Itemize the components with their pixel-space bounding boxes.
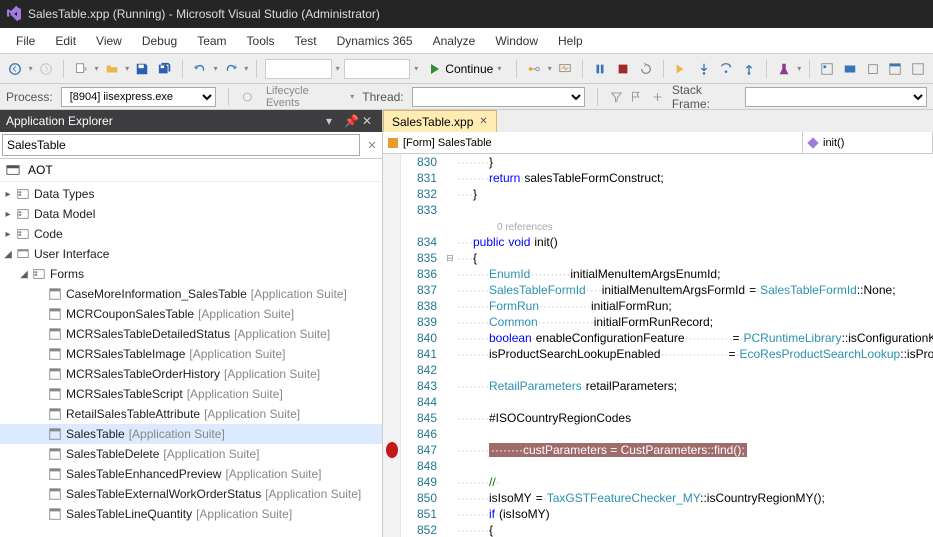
step-into-button[interactable] xyxy=(694,58,713,80)
tree-data-model[interactable]: ▸Data Model xyxy=(0,204,382,224)
tree-user-interface[interactable]: ◢User Interface xyxy=(0,244,382,264)
tree-forms[interactable]: ◢Forms xyxy=(0,264,382,284)
undo-button[interactable] xyxy=(191,58,210,80)
window-title: SalesTable.xpp (Running) - Microsoft Vis… xyxy=(28,7,380,21)
menu-analyze[interactable]: Analyze xyxy=(423,30,486,52)
code-editor[interactable]: 8308318328338348358368378388398408418428… xyxy=(383,154,933,537)
menu-help[interactable]: Help xyxy=(548,30,593,52)
breakpoint-gutter[interactable] xyxy=(383,154,401,537)
menu-file[interactable]: File xyxy=(6,30,45,52)
form-button[interactable] xyxy=(886,58,905,80)
team-button[interactable] xyxy=(863,58,882,80)
tree-form-mcrsalestableorderhistory[interactable]: MCRSalesTableOrderHistory[Application Su… xyxy=(0,364,382,384)
tree-form-salestabledelete[interactable]: SalesTableDelete[Application Suite] xyxy=(0,444,382,464)
tree-form-mcrsalestableimage[interactable]: MCRSalesTableImage[Application Suite] xyxy=(0,344,382,364)
document-tab[interactable]: SalesTable.xpp ✕ xyxy=(383,110,497,132)
thread-label: Thread: xyxy=(362,90,403,104)
explorer-tree: ▸Data Types▸Data Model▸Code◢User Interfa… xyxy=(0,182,382,537)
dyn-button[interactable] xyxy=(841,58,860,80)
menu-window[interactable]: Window xyxy=(485,30,548,52)
tree-data-types[interactable]: ▸Data Types xyxy=(0,184,382,204)
menu-test[interactable]: Test xyxy=(285,30,327,52)
panel-header: Application Explorer ▾ 📌 ✕ xyxy=(0,110,382,132)
next-statement-button[interactable] xyxy=(672,58,691,80)
aot-label: AOT xyxy=(28,163,53,177)
menu-edit[interactable]: Edit xyxy=(45,30,86,52)
new-button[interactable] xyxy=(72,58,91,80)
flag-icon[interactable] xyxy=(630,90,643,104)
menu-tools[interactable]: Tools xyxy=(237,30,285,52)
aot-root[interactable]: AOT xyxy=(0,159,382,182)
app-explorer-button[interactable] xyxy=(818,58,837,80)
lifecycle-icon xyxy=(241,90,254,104)
tree-code[interactable]: ▸Code xyxy=(0,224,382,244)
process-label: Process: xyxy=(6,90,53,104)
form-icon xyxy=(387,137,399,149)
step-out-button[interactable] xyxy=(739,58,758,80)
save-all-button[interactable] xyxy=(156,58,175,80)
tree-form-mcrsalestabledetailedstatus[interactable]: MCRSalesTableDetailedStatus[Application … xyxy=(0,324,382,344)
restart-button[interactable] xyxy=(636,58,655,80)
aot-icon xyxy=(6,163,20,177)
document-tab-row: SalesTable.xpp ✕ xyxy=(383,110,933,132)
debug-toolbar: Process: [8904] iisexpress.exe Lifecycle… xyxy=(0,84,933,110)
pin-icon[interactable]: 📌 xyxy=(344,114,358,128)
tab-label: SalesTable.xpp xyxy=(392,115,473,129)
continue-button[interactable]: Continue ▾ xyxy=(422,58,508,80)
save-button[interactable] xyxy=(133,58,152,80)
diag-button[interactable] xyxy=(556,58,575,80)
menu-dynamics-365[interactable]: Dynamics 365 xyxy=(327,30,423,52)
window-titlebar: SalesTable.xpp (Running) - Microsoft Vis… xyxy=(0,0,933,28)
win-button[interactable] xyxy=(908,58,927,80)
stack-frame-label: Stack Frame: xyxy=(672,83,737,111)
continue-label: Continue xyxy=(445,62,493,76)
nav-fwd-button xyxy=(37,58,56,80)
tree-form-salestableenhancedpreview[interactable]: SalesTableEnhancedPreview[Application Su… xyxy=(0,464,382,484)
menubar: FileEditViewDebugTeamToolsTestDynamics 3… xyxy=(0,28,933,54)
thread-combo[interactable] xyxy=(412,87,585,107)
tree-form-mcrcouponsalestable[interactable]: MCRCouponSalesTable[Application Suite] xyxy=(0,304,382,324)
close-icon[interactable]: ✕ xyxy=(362,114,376,128)
clear-search-button[interactable]: ✕ xyxy=(362,132,382,158)
tree-form-salestable[interactable]: SalesTable[Application Suite] xyxy=(0,424,382,444)
nav-form-combo[interactable]: [Form] SalesTable xyxy=(383,132,803,153)
thread-icon[interactable] xyxy=(651,90,664,104)
main-toolbar: ▾ ▾ ▾ ▾ ▾ ▾ ▾ Continue ▾ ▾ ▾ xyxy=(0,54,933,84)
nav-method-combo[interactable]: init() xyxy=(803,132,933,153)
code-content[interactable]: ········}········return·salesTableFormCo… xyxy=(457,154,933,537)
menu-view[interactable]: View xyxy=(86,30,132,52)
explorer-search-input[interactable] xyxy=(2,134,360,156)
tree-form-casemoreinformation_salestable[interactable]: CaseMoreInformation_SalesTable[Applicati… xyxy=(0,284,382,304)
tree-form-salestableexternalworkorderstatus[interactable]: SalesTableExternalWorkOrderStatus[Applic… xyxy=(0,484,382,504)
tree-form-salestablelinequantity[interactable]: SalesTableLineQuantity[Application Suite… xyxy=(0,504,382,524)
process-combo[interactable]: [8904] iisexpress.exe xyxy=(61,87,217,107)
tree-form-mcrsalestablescript[interactable]: MCRSalesTableScript[Application Suite] xyxy=(0,384,382,404)
open-button[interactable] xyxy=(103,58,122,80)
filter-icon[interactable] xyxy=(610,90,623,104)
intellitrace-button[interactable] xyxy=(775,58,794,80)
tree-form-retailsalestableattribute[interactable]: RetailSalesTableAttribute[Application Su… xyxy=(0,404,382,424)
menu-team[interactable]: Team xyxy=(187,30,236,52)
code-nav-bar: [Form] SalesTable init() xyxy=(383,132,933,154)
close-tab-icon[interactable]: ✕ xyxy=(479,116,487,127)
lifecycle-label: Lifecycle Events xyxy=(262,85,342,109)
method-icon xyxy=(807,137,819,149)
nav-back-button[interactable] xyxy=(6,58,25,80)
dropdown-icon[interactable]: ▾ xyxy=(326,114,340,128)
stack-frame-combo[interactable] xyxy=(745,87,927,107)
redo-button[interactable] xyxy=(222,58,241,80)
vs-logo-icon xyxy=(6,6,22,22)
application-explorer-panel: Application Explorer ▾ 📌 ✕ ✕ AOT ▸Data T… xyxy=(0,110,383,537)
browser-link-button[interactable] xyxy=(525,58,544,80)
pause-button[interactable] xyxy=(591,58,610,80)
stop-button[interactable] xyxy=(614,58,633,80)
panel-title: Application Explorer xyxy=(6,114,113,128)
fold-gutter[interactable]: ⊟ xyxy=(443,154,457,537)
step-over-button[interactable] xyxy=(717,58,736,80)
code-editor-panel: SalesTable.xpp ✕ [Form] SalesTable init(… xyxy=(383,110,933,537)
menu-debug[interactable]: Debug xyxy=(132,30,187,52)
line-number-gutter: 8308318328338348358368378388398408418428… xyxy=(401,154,443,537)
